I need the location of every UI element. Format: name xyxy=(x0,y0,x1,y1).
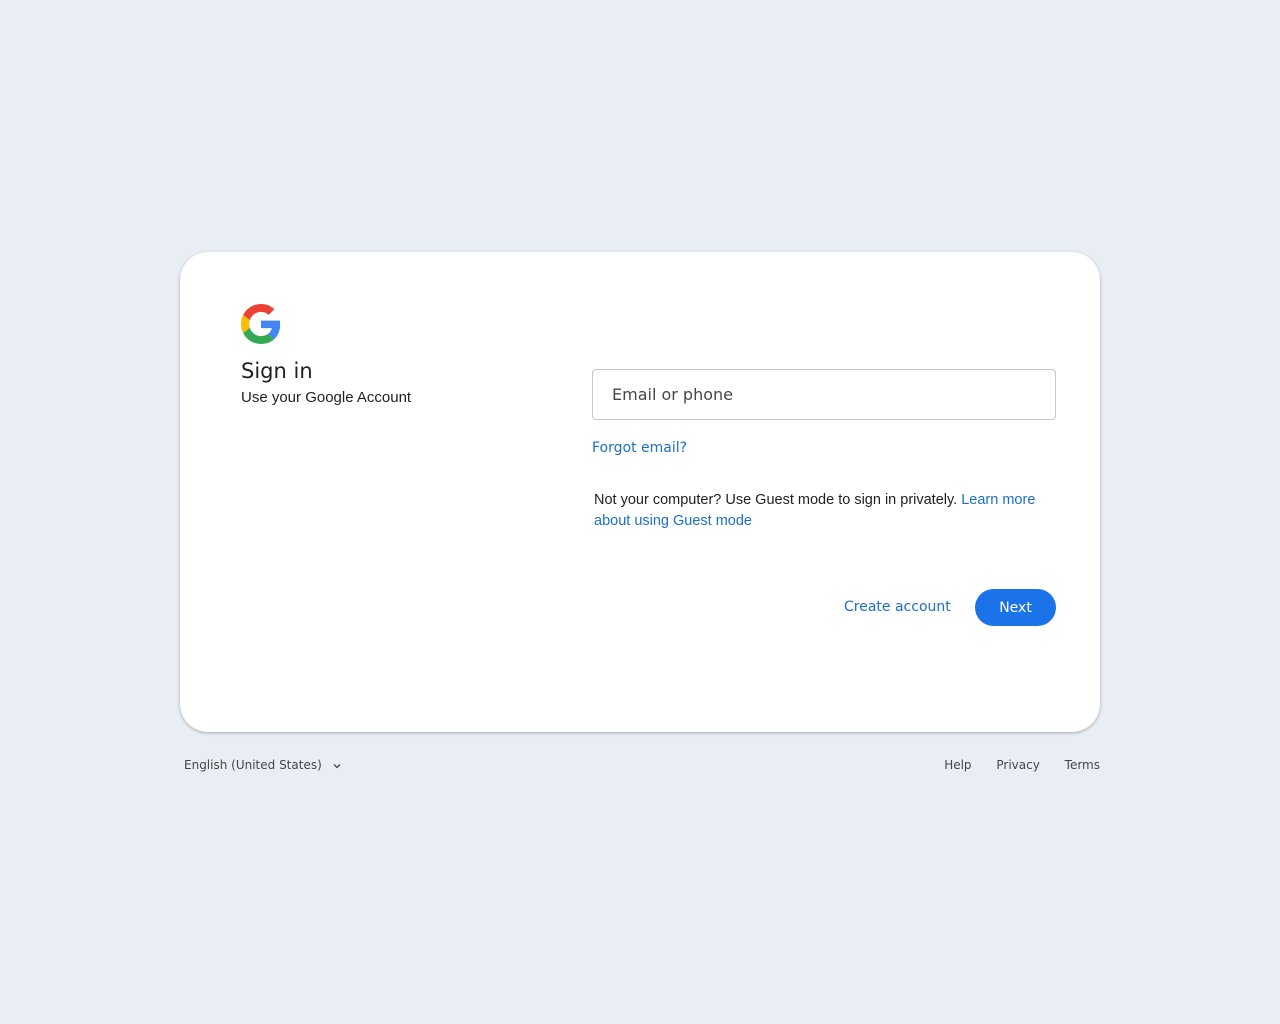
help-link[interactable]: Help xyxy=(944,758,971,772)
guest-mode-text: Not your computer? Use Guest mode to sig… xyxy=(594,492,958,508)
create-account-button[interactable]: Create account xyxy=(832,589,963,626)
footer-links: Help Privacy Terms xyxy=(923,756,1100,774)
email-field-container xyxy=(592,369,1056,420)
next-button[interactable]: Next xyxy=(975,589,1056,626)
privacy-link[interactable]: Privacy xyxy=(996,758,1039,772)
chevron-down-icon xyxy=(333,763,341,768)
page-title: Sign in xyxy=(241,359,313,383)
language-label: English (United States) xyxy=(184,758,322,772)
terms-link[interactable]: Terms xyxy=(1065,758,1100,772)
footer: English (United States) Help Privacy Ter… xyxy=(180,756,1100,776)
sign-in-card: Sign in Use your Google Account Forgot e… xyxy=(180,252,1100,732)
email-input[interactable] xyxy=(593,370,1055,419)
google-logo-icon xyxy=(241,304,281,344)
guest-mode-notice: Not your computer? Use Guest mode to sig… xyxy=(594,490,1064,532)
forgot-email-link[interactable]: Forgot email? xyxy=(592,438,687,458)
page-subtitle: Use your Google Account xyxy=(241,389,412,406)
language-selector[interactable]: English (United States) xyxy=(184,756,342,774)
